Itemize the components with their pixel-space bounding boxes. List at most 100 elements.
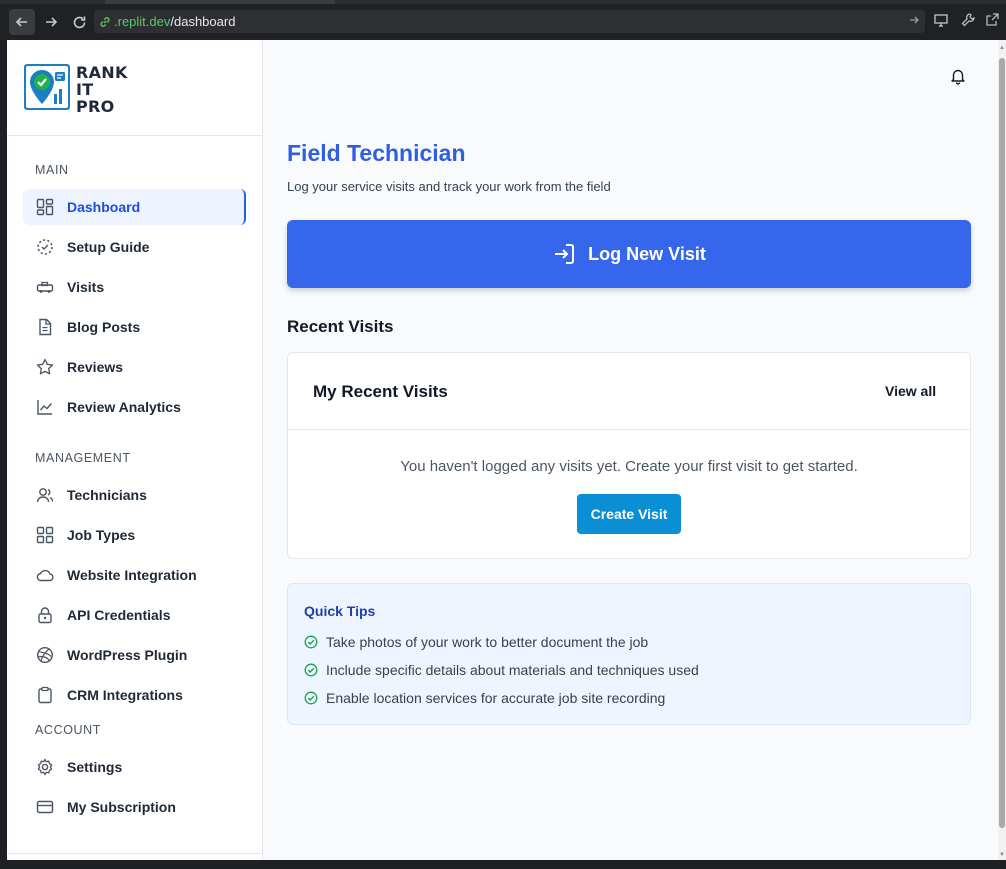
logo-line-3: PRO: [76, 97, 115, 116]
quick-tips-panel: Quick Tips Take photos of your work to b…: [287, 583, 971, 725]
recent-visits-heading: Recent Visits: [287, 317, 394, 336]
login-arrow-icon: [552, 242, 576, 266]
lock-icon: [35, 605, 55, 625]
sidebar-item-crm-integrations[interactable]: CRM Integrations: [23, 677, 246, 713]
page-scrollbar[interactable]: ▲ ▼: [998, 40, 1006, 860]
log-new-visit-button[interactable]: Log New Visit: [287, 220, 971, 288]
sidebar-item-reviews[interactable]: Reviews: [23, 349, 246, 385]
sidebar-item-setup-guide[interactable]: Setup Guide: [23, 229, 246, 265]
section-management-heading: MANAGEMENT: [35, 451, 131, 465]
users-icon: [35, 485, 55, 505]
sidebar-item-label: Visits: [67, 279, 105, 295]
sidebar-item-label: Reviews: [67, 359, 124, 375]
star-icon: [35, 357, 55, 377]
tip-text: Take photos of your work to better docum…: [326, 634, 649, 650]
tip-item: Enable location services for accurate jo…: [304, 688, 665, 708]
monitor-icon[interactable]: [933, 12, 949, 28]
sidebar-item-label: Setup Guide: [67, 239, 150, 255]
sidebar-item-blog-posts[interactable]: Blog Posts: [23, 309, 246, 345]
sidebar: RANK IT PRO MAIN Dashboard Setup Guide V…: [7, 40, 263, 860]
sidebar-item-label: Website Integration: [67, 567, 197, 583]
reload-button[interactable]: [66, 9, 92, 35]
sidebar-item-dashboard[interactable]: Dashboard: [23, 189, 246, 225]
go-arrow-icon[interactable]: [907, 13, 921, 27]
sidebar-item-website-integration[interactable]: Website Integration: [23, 557, 246, 593]
scrollbar-thumb[interactable]: [999, 58, 1005, 828]
sidebar-divider: [7, 853, 262, 854]
sidebar-item-label: API Credentials: [67, 607, 171, 623]
sidebar-item-label: Dashboard: [67, 199, 141, 215]
section-account-heading: ACCOUNT: [35, 723, 102, 737]
logo-wordmark[interactable]: RANK IT PRO: [76, 64, 128, 115]
check-circle-icon: [304, 635, 318, 649]
globe-icon: [35, 645, 55, 665]
check-circle-icon: [304, 663, 318, 677]
window-bottom-edge: [0, 860, 1006, 869]
dashboard-grid-icon: [35, 197, 55, 217]
wrench-icon[interactable]: [960, 12, 976, 28]
sidebar-item-label: Blog Posts: [67, 319, 141, 335]
sidebar-item-settings[interactable]: Settings: [23, 749, 246, 785]
truck-icon: [35, 277, 55, 297]
url-host: .replit.dev: [114, 14, 171, 29]
tab-strip: [0, 0, 1006, 4]
sidebar-item-label: Technicians: [67, 487, 147, 503]
url-path: /dashboard: [170, 14, 236, 29]
browser-toolbar: .replit.dev/dashboard: [0, 0, 1006, 40]
card-title: My Recent Visits: [313, 382, 448, 401]
app-window: RANK IT PRO MAIN Dashboard Setup Guide V…: [7, 40, 998, 860]
sidebar-item-label: Review Analytics: [67, 399, 181, 415]
sidebar-item-label: Job Types: [67, 527, 136, 543]
tip-text: Include specific details about materials…: [326, 662, 699, 678]
arrow-left-icon: [15, 17, 27, 27]
main-content: Field Technician Log your service visits…: [263, 40, 998, 860]
logo-area: RANK IT PRO: [7, 40, 262, 136]
scroll-down-arrow-icon[interactable]: ▼: [999, 852, 1005, 858]
logo-line-1: RANK: [76, 63, 128, 82]
recent-visits-card: My Recent Visits View all You haven't lo…: [287, 352, 971, 559]
tip-item: Take photos of your work to better docum…: [304, 632, 648, 652]
sidebar-item-visits[interactable]: Visits: [23, 269, 246, 305]
cloud-icon: [35, 565, 55, 585]
forward-button[interactable]: [38, 9, 64, 35]
tip-item: Include specific details about materials…: [304, 660, 699, 680]
card-header: My Recent Visits View all: [288, 353, 970, 430]
page-title: Field Technician: [287, 140, 466, 166]
sidebar-item-label: WordPress Plugin: [67, 647, 188, 663]
quick-tips-title: Quick Tips: [304, 603, 376, 619]
logo-pin-icon[interactable]: [24, 64, 70, 110]
sidebar-item-label: CRM Integrations: [67, 687, 183, 703]
sidebar-item-technicians[interactable]: Technicians: [23, 477, 246, 513]
sidebar-item-wordpress-plugin[interactable]: WordPress Plugin: [23, 637, 246, 673]
sidebar-item-api-credentials[interactable]: API Credentials: [23, 597, 246, 633]
gear-icon: [35, 757, 55, 777]
active-tab[interactable]: [105, 0, 335, 4]
arrow-right-icon: [46, 17, 58, 27]
credit-card-icon: [35, 797, 55, 817]
bell-icon[interactable]: [949, 67, 967, 85]
logo-line-2: IT: [76, 80, 94, 99]
address-bar[interactable]: .replit.dev/dashboard: [94, 10, 925, 33]
sidebar-item-label: Settings: [67, 759, 123, 775]
tip-text: Enable location services for accurate jo…: [326, 690, 666, 706]
sidebar-item-label: My Subscription: [67, 799, 176, 815]
log-new-visit-label: Log New Visit: [588, 243, 706, 264]
external-link-icon[interactable]: [985, 12, 1000, 27]
scroll-up-arrow-icon[interactable]: ▲: [999, 45, 1005, 51]
empty-state-message: You haven't logged any visits yet. Creat…: [400, 458, 858, 475]
grid-icon: [35, 525, 55, 545]
sidebar-item-job-types[interactable]: Job Types: [23, 517, 246, 553]
sidebar-item-my-subscription[interactable]: My Subscription: [23, 789, 246, 825]
create-visit-button[interactable]: Create Visit: [577, 494, 681, 534]
section-main-heading: MAIN: [35, 163, 69, 177]
page-subtitle: Log your service visits and track your w…: [287, 179, 611, 194]
check-circle-icon: [304, 691, 318, 705]
dashed-circle-icon: [35, 237, 55, 257]
line-chart-icon: [35, 397, 55, 417]
sidebar-item-review-analytics[interactable]: Review Analytics: [23, 389, 246, 425]
document-icon: [35, 317, 55, 337]
view-all-link[interactable]: View all: [885, 383, 936, 399]
reload-icon: [73, 16, 85, 28]
link-icon: [98, 15, 112, 29]
back-button[interactable]: [9, 9, 35, 35]
